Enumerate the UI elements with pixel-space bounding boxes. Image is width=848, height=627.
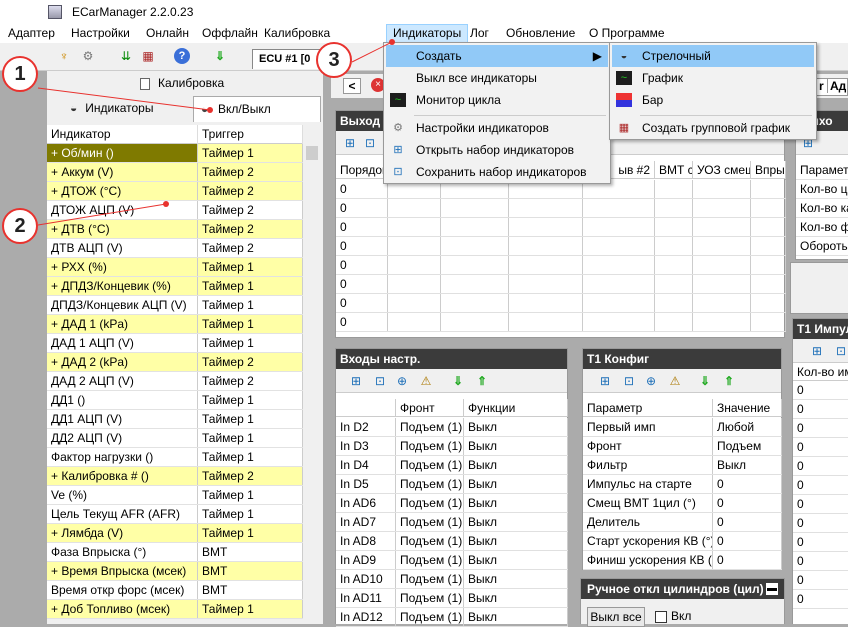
callout-line-1 <box>37 87 211 111</box>
callout-3: 3 <box>316 42 352 78</box>
annotation-lines <box>37 39 395 226</box>
callout-2: 2 <box>2 208 38 244</box>
callout-dot-1 <box>207 107 213 113</box>
callout-dot-2 <box>163 201 169 207</box>
callout-line-2 <box>37 203 167 226</box>
callout-line-3 <box>351 41 393 63</box>
callout-1: 1 <box>2 56 38 92</box>
callout-dot-3 <box>389 39 395 45</box>
